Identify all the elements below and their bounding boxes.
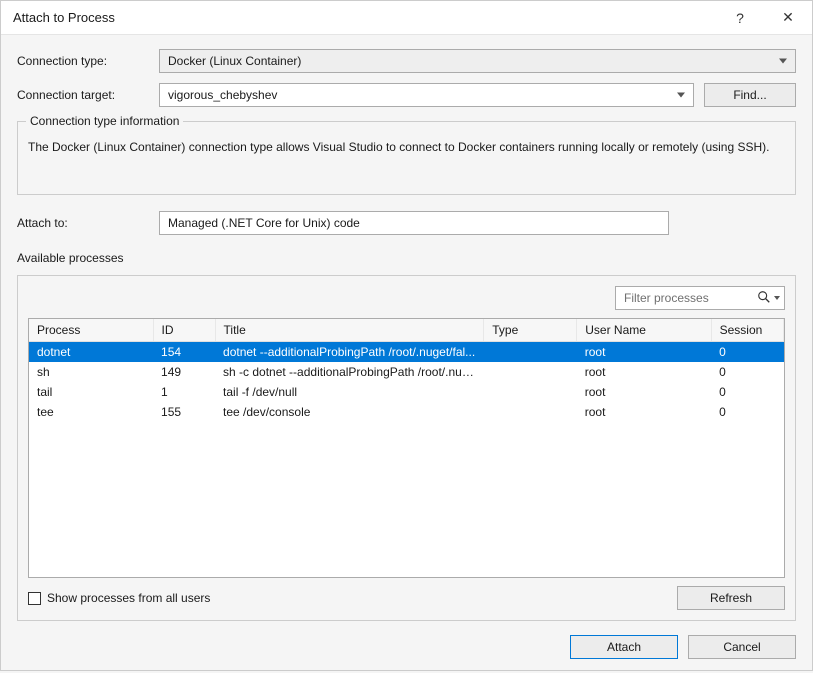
info-spacer — [28, 154, 785, 182]
connection-target-row: Connection target: vigorous_chebyshev Fi… — [17, 83, 796, 107]
cell-title: tail -f /dev/null — [215, 382, 484, 402]
table-row[interactable]: tee155tee /dev/console root0 — [29, 402, 784, 422]
cell-title: tee /dev/console — [215, 402, 484, 422]
show-all-users-label: Show processes from all users — [47, 591, 210, 605]
cell-type — [484, 382, 577, 402]
cell-process: sh — [29, 362, 153, 382]
attach-to-process-dialog: Attach to Process ? ✕ Connection type: D… — [0, 0, 813, 671]
cell-user: root — [577, 382, 711, 402]
dialog-body: Connection type: Docker (Linux Container… — [1, 35, 812, 621]
cell-user: root — [577, 362, 711, 382]
connection-target-label: Connection target: — [17, 88, 149, 102]
processes-table-wrapper[interactable]: Process ID Title Type User Name Session … — [28, 318, 785, 578]
col-header-title[interactable]: Title — [215, 319, 484, 342]
titlebar-controls: ? ✕ — [728, 9, 800, 26]
attach-to-row: Attach to: Managed (.NET Core for Unix) … — [17, 211, 796, 235]
attach-to-input[interactable]: Managed (.NET Core for Unix) code — [159, 211, 669, 235]
cell-id: 154 — [153, 342, 215, 363]
processes-bottom-row: Show processes from all users Refresh — [28, 586, 785, 610]
filter-search-button[interactable] — [757, 290, 780, 307]
cell-session: 0 — [711, 382, 783, 402]
cell-process: tee — [29, 402, 153, 422]
cell-id: 149 — [153, 362, 215, 382]
cell-user: root — [577, 342, 711, 363]
col-header-session[interactable]: Session — [711, 319, 783, 342]
cell-session: 0 — [711, 342, 783, 363]
dialog-footer: Attach Cancel — [1, 621, 812, 673]
col-header-user[interactable]: User Name — [577, 319, 711, 342]
cell-type — [484, 402, 577, 422]
connection-type-row: Connection type: Docker (Linux Container… — [17, 49, 796, 73]
connection-type-info-group: Connection type information The Docker (… — [17, 121, 796, 195]
filter-input[interactable] — [624, 291, 751, 305]
col-header-process[interactable]: Process — [29, 319, 153, 342]
cell-process: tail — [29, 382, 153, 402]
find-button[interactable]: Find... — [704, 83, 796, 107]
col-header-id[interactable]: ID — [153, 319, 215, 342]
connection-target-combo[interactable]: vigorous_chebyshev — [159, 83, 694, 107]
table-row[interactable]: tail1tail -f /dev/null root0 — [29, 382, 784, 402]
connection-type-info-title: Connection type information — [26, 114, 183, 128]
search-icon — [757, 290, 771, 307]
cell-type — [484, 342, 577, 363]
dialog-title: Attach to Process — [13, 10, 728, 25]
connection-target-value: vigorous_chebyshev — [168, 88, 277, 102]
cell-session: 0 — [711, 362, 783, 382]
connection-type-value: Docker (Linux Container) — [168, 54, 301, 68]
close-icon[interactable]: ✕ — [776, 9, 800, 26]
help-icon[interactable]: ? — [728, 10, 752, 26]
cell-session: 0 — [711, 402, 783, 422]
connection-type-label: Connection type: — [17, 54, 149, 68]
connection-type-select[interactable]: Docker (Linux Container) — [159, 49, 796, 73]
chevron-down-icon — [774, 296, 780, 300]
processes-table: Process ID Title Type User Name Session … — [29, 319, 784, 422]
available-processes-label: Available processes — [17, 251, 796, 265]
cell-title: dotnet --additionalProbingPath /root/.nu… — [215, 342, 484, 363]
attach-button[interactable]: Attach — [570, 635, 678, 659]
table-row[interactable]: sh149sh -c dotnet --additionalProbingPat… — [29, 362, 784, 382]
refresh-button[interactable]: Refresh — [677, 586, 785, 610]
checkbox-box-icon — [28, 592, 41, 605]
processes-panel: Process ID Title Type User Name Session … — [17, 275, 796, 621]
cell-type — [484, 362, 577, 382]
col-header-type[interactable]: Type — [484, 319, 577, 342]
cell-id: 1 — [153, 382, 215, 402]
attach-to-value: Managed (.NET Core for Unix) code — [168, 216, 360, 230]
cell-process: dotnet — [29, 342, 153, 363]
table-row[interactable]: dotnet154dotnet --additionalProbingPath … — [29, 342, 784, 363]
processes-tbody: dotnet154dotnet --additionalProbingPath … — [29, 342, 784, 423]
attach-to-label: Attach to: — [17, 216, 149, 230]
cell-user: root — [577, 402, 711, 422]
cancel-button[interactable]: Cancel — [688, 635, 796, 659]
table-header-row: Process ID Title Type User Name Session — [29, 319, 784, 342]
connection-type-info-body: The Docker (Linux Container) connection … — [28, 140, 785, 154]
filter-input-wrapper — [615, 286, 785, 310]
show-all-users-checkbox[interactable]: Show processes from all users — [28, 591, 210, 605]
cell-id: 155 — [153, 402, 215, 422]
cell-title: sh -c dotnet --additionalProbingPath /ro… — [215, 362, 484, 382]
filter-row — [28, 286, 785, 310]
titlebar: Attach to Process ? ✕ — [1, 1, 812, 35]
